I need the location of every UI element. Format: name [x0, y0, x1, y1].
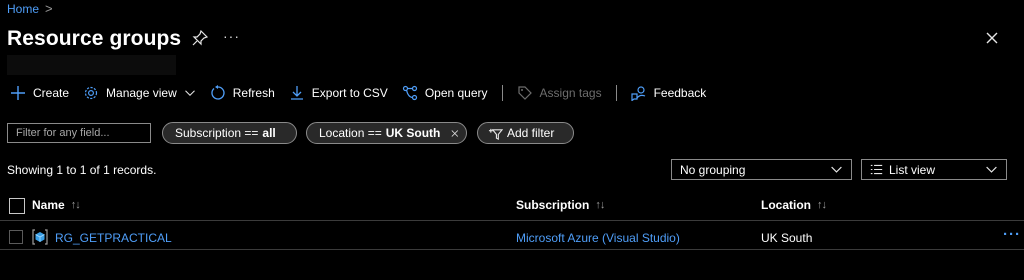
breadcrumb-home-link[interactable]: Home	[7, 2, 39, 16]
add-filter-icon	[488, 128, 503, 140]
add-filter-button[interactable]: Add filter	[477, 122, 574, 144]
more-options-icon[interactable]: ···	[223, 28, 240, 44]
feedback-button[interactable]: Feedback	[630, 85, 707, 101]
location-value: UK South	[761, 231, 813, 245]
subscription-link[interactable]: Microsoft Azure (Visual Studio)	[516, 231, 680, 245]
subscription-filter-label: Subscription ==	[175, 126, 259, 140]
grouping-selected: No grouping	[680, 162, 746, 177]
refresh-icon	[211, 85, 225, 100]
pin-icon[interactable]	[192, 30, 208, 46]
plus-icon	[11, 86, 25, 100]
sort-icon: ↑↓	[70, 199, 81, 211]
download-icon	[290, 86, 303, 100]
resource-group-icon	[32, 229, 48, 245]
location-filter-value: UK South	[385, 126, 441, 140]
records-count: Showing 1 to 1 of 1 records.	[7, 163, 157, 177]
assign-tags-button[interactable]: Assign tags	[517, 85, 602, 101]
location-filter-label: Location ==	[319, 126, 382, 140]
export-csv-label: Export to CSV	[311, 86, 388, 100]
breadcrumb: Home >	[7, 1, 53, 16]
column-header-name[interactable]: Name ↑↓	[32, 198, 81, 212]
sort-icon: ↑↓	[817, 199, 827, 211]
select-all-checkbox[interactable]	[9, 198, 25, 214]
view-dropdown[interactable]: List view	[861, 159, 1007, 180]
view-selected-wrap: List view	[870, 163, 935, 177]
open-query-button[interactable]: Open query	[402, 85, 488, 101]
tag-icon	[517, 86, 532, 100]
row-checkbox[interactable]	[9, 230, 23, 244]
breadcrumb-separator: >	[45, 1, 53, 16]
close-icon[interactable]	[984, 30, 1000, 46]
resource-group-name-link[interactable]: RG_GETPRACTICAL	[55, 231, 172, 245]
subscription-filter-pill[interactable]: Subscription == all	[162, 122, 297, 144]
manage-view-button[interactable]: Manage view	[83, 85, 196, 101]
add-filter-label: Add filter	[507, 126, 555, 140]
manage-view-label: Manage view	[106, 86, 177, 100]
chevron-down-icon	[831, 166, 842, 173]
column-location-label: Location	[761, 198, 811, 212]
row-more-icon[interactable]: ···	[1003, 226, 1021, 243]
header-divider	[0, 220, 1024, 221]
query-icon	[402, 85, 417, 101]
assign-tags-label: Assign tags	[539, 86, 602, 100]
chevron-down-icon	[184, 90, 195, 96]
feedback-label: Feedback	[653, 86, 707, 100]
grouping-dropdown[interactable]: No grouping	[671, 159, 852, 180]
row-divider	[0, 249, 1024, 250]
command-bar: Create Manage view Refresh Export to CSV…	[10, 82, 720, 104]
refresh-button[interactable]: Refresh	[210, 85, 275, 101]
column-subscription-label: Subscription	[516, 198, 590, 212]
gear-icon	[84, 86, 98, 100]
column-header-location[interactable]: Location ↑↓	[761, 198, 827, 212]
open-query-label: Open query	[424, 86, 488, 100]
subscription-filter-value: all	[262, 126, 276, 140]
toolbar-divider	[501, 85, 503, 101]
refresh-label: Refresh	[232, 86, 275, 100]
create-label: Create	[33, 86, 70, 100]
remove-filter-icon[interactable]	[450, 127, 460, 140]
sort-icon: ↑↓	[595, 199, 605, 211]
chevron-down-icon	[986, 166, 997, 173]
feedback-icon	[630, 86, 645, 101]
location-filter-pill[interactable]: Location == UK South	[306, 122, 467, 144]
column-header-subscription[interactable]: Subscription ↑↓	[516, 198, 605, 212]
column-name-label: Name	[32, 198, 65, 212]
create-button[interactable]: Create	[10, 85, 69, 101]
export-csv-button[interactable]: Export to CSV	[289, 85, 388, 101]
list-view-icon	[870, 164, 883, 175]
filter-input[interactable]	[7, 123, 151, 143]
view-selected: List view	[889, 162, 936, 177]
page-title: Resource groups	[7, 27, 182, 50]
redacted-area	[7, 55, 176, 75]
toolbar-divider	[615, 85, 617, 101]
